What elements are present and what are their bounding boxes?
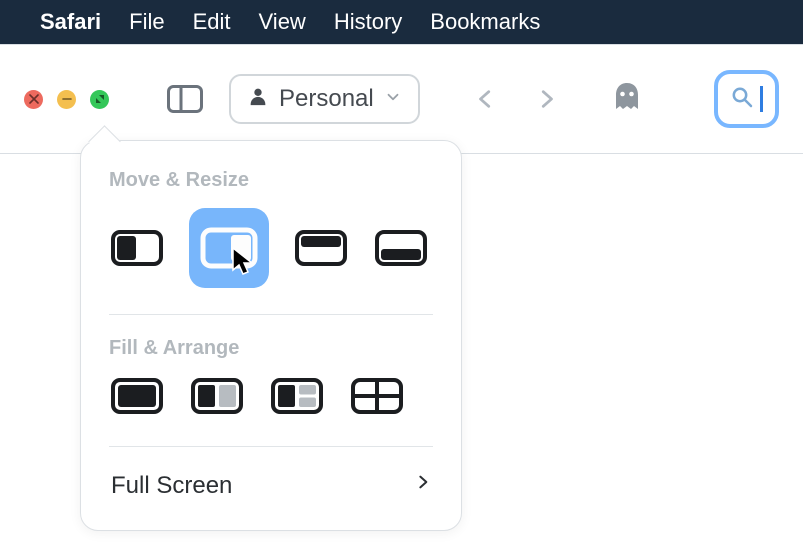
tile-left-half-button[interactable] [109,228,165,268]
profile-selector[interactable]: Personal [229,74,420,124]
tile-bottom-half-button[interactable] [373,228,429,268]
menubar-app-name[interactable]: Safari [40,9,101,35]
sidebar-toggle-button[interactable] [165,79,205,119]
move-resize-options-row [109,208,433,315]
arrange-two-up-button[interactable] [189,376,245,416]
minimize-window-button[interactable] [57,90,76,109]
safari-toolbar: Personal [0,44,803,154]
person-icon [247,85,269,114]
close-window-button[interactable] [24,90,43,109]
back-button[interactable] [466,79,506,119]
zoom-window-button[interactable] [90,90,109,109]
menubar-item-history[interactable]: History [334,9,402,35]
menubar-item-file[interactable]: File [129,9,164,35]
section-heading-fill-arrange: Fill & Arrange [109,337,433,360]
extension-ghost-icon[interactable] [612,81,642,118]
mouse-cursor-icon [231,246,257,276]
chevron-down-icon [384,85,402,113]
full-screen-row[interactable]: Full Screen [109,465,433,512]
arrange-grid-button[interactable] [349,376,405,416]
arrange-three-up-button[interactable] [269,376,325,416]
chevron-right-icon [415,471,431,500]
macos-menubar: Safari File Edit View History Bookmarks [0,0,803,44]
navigation-arrows [466,79,566,119]
search-icon [730,85,754,114]
forward-button[interactable] [526,79,566,119]
text-caret [760,86,763,112]
tile-right-half-button[interactable] [189,208,269,288]
arrange-fill-button[interactable] [109,376,165,416]
full-screen-label: Full Screen [111,472,232,500]
fill-arrange-options-row [109,376,433,447]
window-tiling-popover: Move & Resize Fill & Arrange [80,140,462,531]
address-search-field[interactable] [714,70,779,128]
profile-label: Personal [279,85,374,113]
menubar-item-view[interactable]: View [259,9,306,35]
menubar-item-bookmarks[interactable]: Bookmarks [430,9,540,35]
tile-top-half-button[interactable] [293,228,349,268]
section-heading-move-resize: Move & Resize [109,169,433,192]
menubar-item-edit[interactable]: Edit [193,9,231,35]
window-traffic-lights [24,90,109,109]
